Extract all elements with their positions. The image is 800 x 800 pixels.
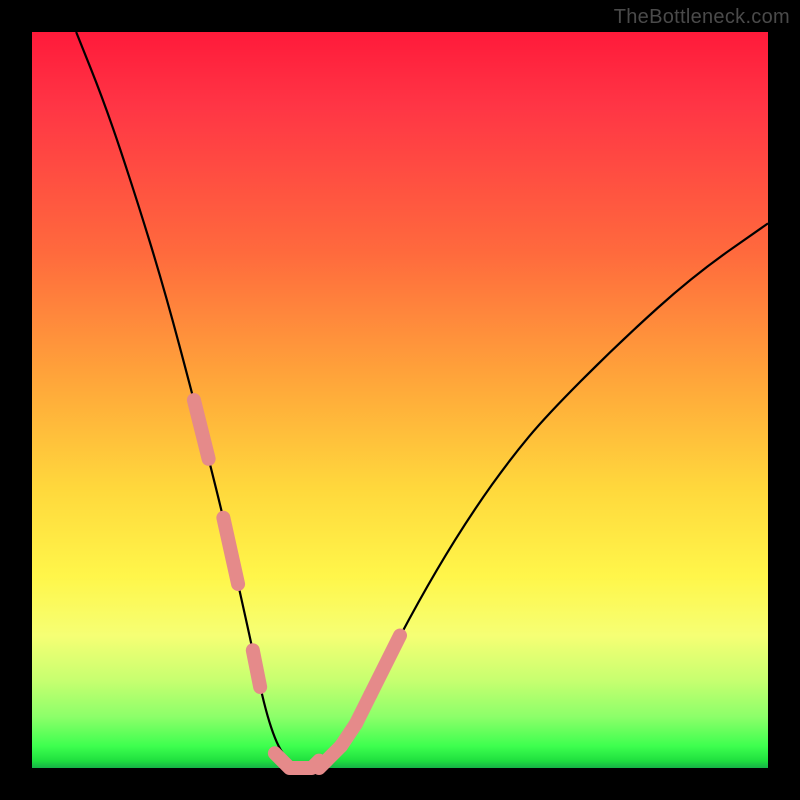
chart-frame: TheBottleneck.com <box>0 0 800 800</box>
pink-dash-segment <box>371 636 400 695</box>
pink-bottom-band <box>275 753 319 768</box>
plot-area <box>32 32 768 768</box>
watermark-text: TheBottleneck.com <box>614 6 790 29</box>
pink-overlay <box>194 400 400 768</box>
bottleneck-curve <box>76 32 768 768</box>
pink-dash-segment <box>253 650 260 687</box>
chart-svg <box>32 32 768 768</box>
pink-dash-segment <box>194 400 209 459</box>
pink-dash-segment <box>223 518 238 584</box>
